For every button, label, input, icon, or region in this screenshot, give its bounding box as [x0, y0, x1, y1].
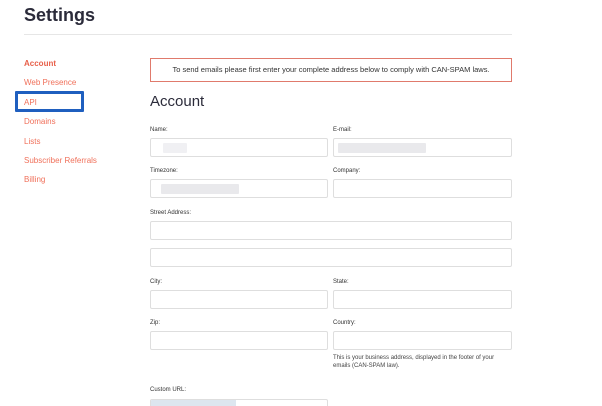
custom-url-label: Custom URL: — [150, 387, 187, 393]
zip-label: Zip: — [150, 320, 161, 326]
settings-sidebar: Account Web Presence API Domains Lists S… — [24, 58, 97, 194]
name-label: Name: — [150, 127, 168, 133]
api-highlight-box — [15, 91, 84, 112]
sidebar-item-billing[interactable]: Billing — [24, 174, 97, 193]
country-help-text: This is your business address, displayed… — [333, 355, 495, 369]
title-divider — [24, 34, 512, 35]
email-value-redacted — [338, 143, 426, 153]
timezone-value-redacted — [161, 184, 239, 194]
zip-field[interactable] — [150, 331, 328, 350]
timezone-select[interactable] — [150, 179, 328, 198]
sidebar-item-account[interactable]: Account — [24, 58, 97, 77]
email-label: E-mail: — [333, 127, 352, 133]
custom-url-field[interactable] — [150, 399, 328, 406]
city-label: City: — [150, 279, 162, 285]
can-spam-notice: To send emails please first enter your c… — [150, 58, 512, 82]
timezone-label: Timezone: — [150, 168, 178, 174]
name-field[interactable] — [150, 138, 328, 157]
email-field[interactable] — [333, 138, 512, 157]
street-address-label: Street Address: — [150, 210, 192, 216]
city-field[interactable] — [150, 290, 328, 309]
company-label: Company: — [333, 168, 361, 174]
state-field[interactable] — [333, 290, 512, 309]
street-address-line2-field[interactable] — [150, 248, 512, 267]
sidebar-item-subscriber-referrals[interactable]: Subscriber Referrals — [24, 155, 97, 174]
country-label: Country: — [333, 320, 356, 326]
sidebar-item-lists[interactable]: Lists — [24, 136, 97, 155]
name-value-redacted — [163, 143, 187, 153]
page-title: Settings — [24, 5, 96, 25]
country-select[interactable] — [333, 331, 512, 350]
street-address-line1-field[interactable] — [150, 221, 512, 240]
custom-url-prefix — [151, 400, 236, 406]
state-label: State: — [333, 279, 349, 285]
account-section-title: Account — [150, 93, 205, 110]
company-field[interactable] — [333, 179, 512, 198]
sidebar-item-domains[interactable]: Domains — [24, 116, 97, 135]
